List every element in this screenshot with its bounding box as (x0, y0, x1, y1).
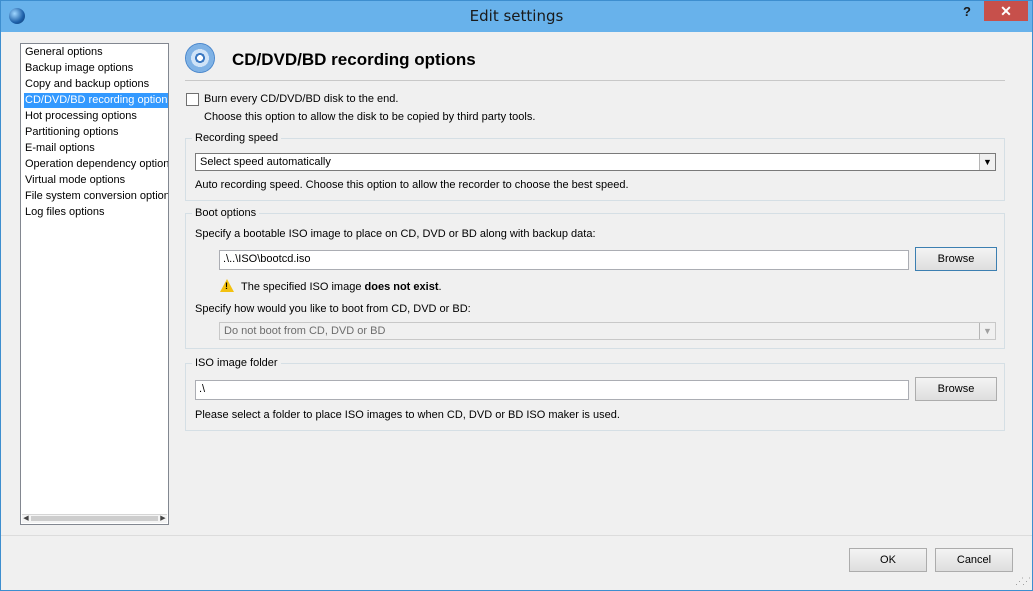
iso-image-folder-group: ISO image folder Browse Please select a … (185, 357, 1005, 431)
options-nav-list[interactable]: General options Backup image options Cop… (20, 43, 169, 525)
nav-item-cd-dvd-bd-recording-options[interactable]: CD/DVD/BD recording options (24, 93, 168, 108)
iso-image-folder-group-label: ISO image folder (192, 357, 281, 370)
nav-item-virtual-mode-options[interactable]: Virtual mode options (24, 173, 126, 188)
nav-item-copy-and-backup-options[interactable]: Copy and backup options (24, 77, 150, 92)
boot-method-select[interactable]: Do not boot from CD, DVD or BD ▼ (219, 322, 996, 340)
boot-iso-path-input[interactable] (219, 250, 909, 270)
nav-item-hot-processing-options[interactable]: Hot processing options (24, 109, 138, 124)
recording-speed-value: Select speed automatically (200, 156, 331, 168)
burn-to-end-description: Choose this option to allow the disk to … (204, 111, 536, 123)
scrollbar-thumb[interactable] (31, 516, 158, 521)
warning-bold: does not exist (364, 281, 439, 293)
warning-icon: ! (220, 279, 234, 292)
nav-item-partitioning-options[interactable]: Partitioning options (24, 125, 120, 140)
recording-speed-group: Recording speed Select speed automatical… (185, 132, 1005, 201)
nav-horizontal-scrollbar[interactable]: ◀ ▶ (22, 514, 167, 523)
nav-item-email-options[interactable]: E-mail options (24, 141, 96, 156)
title-bar[interactable]: Edit settings ? ✕ (1, 1, 1032, 32)
nav-item-backup-image-options[interactable]: Backup image options (24, 61, 134, 76)
boot-method-value: Do not boot from CD, DVD or BD (224, 325, 386, 337)
iso-folder-browse-button[interactable]: Browse (915, 377, 997, 401)
boot-options-group-label: Boot options (192, 207, 260, 220)
ok-button[interactable]: OK (849, 548, 927, 572)
chevron-down-icon[interactable]: ▼ (979, 154, 995, 170)
recording-speed-description: Auto recording speed. Choose this option… (195, 179, 629, 191)
edit-settings-window: Edit settings ? ✕ General options Backup… (0, 0, 1033, 591)
warning-suffix: . (438, 281, 442, 293)
boot-iso-prompt: Specify a bootable ISO image to place on… (195, 228, 596, 240)
close-button[interactable]: ✕ (984, 1, 1028, 21)
boot-method-prompt: Specify how would you like to boot from … (195, 303, 471, 315)
nav-item-file-system-conversion-options[interactable]: File system conversion options (24, 189, 168, 204)
chevron-down-icon[interactable]: ▼ (979, 323, 995, 339)
boot-iso-warning: The specified ISO image does not exist. (241, 280, 442, 294)
header-divider (185, 80, 1005, 81)
scroll-left-icon[interactable]: ◀ (22, 515, 30, 523)
iso-folder-path-input[interactable] (195, 380, 909, 400)
burn-to-end-checkbox[interactable] (186, 93, 199, 106)
footer-divider (1, 535, 1032, 536)
burn-to-end-label[interactable]: Burn every CD/DVD/BD disk to the end. (204, 92, 398, 106)
warning-prefix: The specified ISO image (241, 281, 365, 293)
boot-options-group: Boot options Specify a bootable ISO imag… (185, 207, 1005, 349)
resize-grip-icon[interactable]: ⋰⋰ (1015, 576, 1031, 587)
page-title: CD/DVD/BD recording options (232, 50, 476, 69)
nav-item-log-files-options[interactable]: Log files options (24, 205, 106, 220)
boot-iso-browse-button[interactable]: Browse (915, 247, 997, 271)
nav-item-general-options[interactable]: General options (24, 45, 104, 60)
window-title: Edit settings (469, 7, 564, 25)
iso-folder-path-field[interactable] (196, 381, 908, 397)
cancel-button[interactable]: Cancel (935, 548, 1013, 572)
boot-iso-path-field[interactable] (220, 251, 908, 267)
recording-speed-select[interactable]: Select speed automatically ▼ (195, 153, 996, 171)
nav-item-operation-dependency-options[interactable]: Operation dependency options (24, 157, 168, 172)
iso-folder-description: Please select a folder to place ISO imag… (195, 409, 620, 421)
scroll-right-icon[interactable]: ▶ (159, 515, 167, 523)
recording-speed-group-label: Recording speed (192, 132, 282, 145)
disc-icon (185, 43, 215, 73)
help-button[interactable]: ? (952, 1, 982, 23)
